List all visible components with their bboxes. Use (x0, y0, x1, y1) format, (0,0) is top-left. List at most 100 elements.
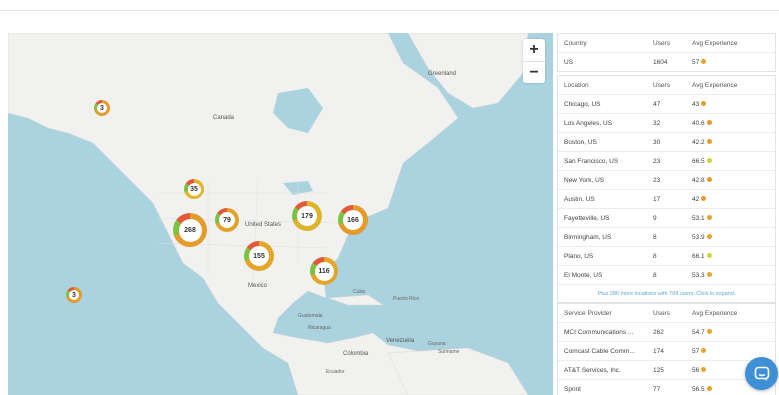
row-name: El Monte, US (564, 271, 603, 279)
cluster-count: 3 (69, 290, 79, 300)
table-row[interactable]: New York, US 23 42.8 (558, 170, 775, 189)
cluster-count: 35 (187, 182, 201, 196)
users-count: 17 (653, 195, 661, 203)
experience-dot (701, 347, 707, 353)
users-count: 9 (653, 214, 657, 222)
expand-locations-link[interactable]: Plus 280 more locations with 799 users. … (558, 284, 775, 302)
label-canada: Canada (213, 115, 235, 121)
row-name: Plano, US (564, 252, 594, 260)
map-view[interactable]: Greenland Canada United States Mexico Cu… (8, 33, 553, 395)
users-count: 8 (653, 233, 657, 241)
stats-panel: Country Users Avg Experience US 1604 57 … (557, 33, 776, 395)
experience-dot (701, 366, 707, 372)
avg-experience: 56.5 (686, 385, 730, 393)
provider-table: Service Provider Users Avg Experience MC… (557, 303, 776, 395)
label-venezuela: Venezuela (386, 338, 415, 344)
table-header: Service Provider Users Avg Experience (558, 304, 775, 322)
users-count: 8 (653, 271, 657, 279)
table-row[interactable]: Chicago, US 47 43 (558, 94, 775, 113)
experience-dot (706, 271, 712, 277)
users-count: 47 (653, 100, 661, 108)
label-greenland: Greenland (428, 71, 457, 77)
row-name: Los Angeles, US (564, 119, 613, 127)
avg-experience: 53.3 (686, 271, 730, 279)
map-cluster[interactable]: 155 (244, 241, 274, 271)
row-name: Boston, US (564, 138, 597, 146)
map-cluster[interactable]: 179 (292, 201, 322, 231)
row-name: Austin, US (564, 195, 595, 203)
map-cluster[interactable]: 268 (173, 213, 207, 247)
table-header: Country Users Avg Experience (558, 34, 775, 52)
cluster-count: 268 (178, 218, 202, 242)
map-cluster[interactable]: 3 (66, 287, 82, 303)
users-count: 23 (653, 157, 661, 165)
label-mexico: Mexico (248, 283, 268, 289)
table-row[interactable]: Birmingham, US 8 53.9 (558, 227, 775, 246)
avg-experience: 57 (686, 347, 730, 355)
users-count: 262 (653, 328, 664, 336)
header-users: Users (653, 39, 670, 47)
label-united-states: United States (245, 222, 282, 228)
experience-dot (706, 176, 712, 182)
map-cluster[interactable]: 35 (184, 179, 204, 199)
table-row[interactable]: Plano, US 8 66.1 (558, 246, 775, 265)
experience-dot (706, 157, 712, 163)
cluster-count: 3 (97, 103, 107, 113)
header-country: Country (564, 39, 587, 47)
zoom-in-button[interactable]: + (523, 39, 545, 61)
label-guyana: Guyana (428, 341, 446, 347)
experience-dot (706, 119, 712, 125)
experience-dot (706, 328, 712, 334)
experience-dot (701, 195, 707, 201)
table-row[interactable]: Los Angeles, US 32 40.6 (558, 113, 775, 132)
users-count: 32 (653, 119, 661, 127)
experience-dot (701, 100, 707, 106)
header-users: Users (653, 309, 670, 317)
experience-dot (706, 252, 712, 258)
table-row[interactable]: US 1604 57 (558, 52, 775, 71)
top-bar (0, 0, 779, 11)
chat-launcher-button[interactable] (745, 357, 778, 390)
table-row[interactable]: Boston, US 30 42.2 (558, 132, 775, 151)
label-cuba: Cuba (353, 289, 365, 295)
row-name: Comcast Cable Comm... (564, 347, 635, 355)
header-avg-experience: Avg Experience (692, 39, 738, 47)
avg-experience: 66.1 (686, 252, 730, 260)
table-row[interactable]: AT&T Services, Inc. 125 56 (558, 360, 775, 379)
avg-experience: 43 (686, 100, 730, 108)
label-suriname: Suriname (438, 349, 460, 355)
avg-experience: 57 (686, 58, 730, 66)
zoom-control: + − (523, 39, 545, 83)
map-cluster[interactable]: 3 (94, 100, 110, 116)
avg-experience: 54.7 (686, 328, 730, 336)
zoom-out-button[interactable]: − (523, 61, 545, 83)
row-name: Birmingham, US (564, 233, 612, 241)
table-row[interactable]: Comcast Cable Comm... 174 57 (558, 341, 775, 360)
basemap (8, 33, 529, 395)
map-cluster[interactable]: 116 (310, 257, 338, 285)
label-guatemala: Guatemala (298, 313, 323, 319)
experience-dot (706, 138, 712, 144)
map-cluster[interactable]: 79 (215, 208, 239, 232)
country-name: US (564, 58, 574, 66)
row-name: Chicago, US (564, 100, 601, 108)
header-service-provider: Service Provider (564, 309, 612, 317)
experience-dot (701, 58, 707, 64)
table-row[interactable]: Sprint 77 56.5 (558, 379, 775, 395)
table-row[interactable]: Austin, US 17 42 (558, 189, 775, 208)
table-row[interactable]: San Francisco, US 23 66.5 (558, 151, 775, 170)
country-table: Country Users Avg Experience US 1604 57 (557, 33, 776, 72)
cluster-count: 116 (314, 261, 334, 281)
cluster-count: 79 (219, 212, 235, 228)
table-row[interactable]: El Monte, US 8 53.3 (558, 265, 775, 284)
location-table: Location Users Avg Experience Chicago, U… (557, 75, 776, 303)
avg-experience: 56 (686, 366, 730, 374)
users-count: 30 (653, 138, 661, 146)
experience-dot (706, 214, 712, 220)
avg-experience: 66.5 (686, 157, 730, 165)
row-name: Sprint (564, 385, 581, 393)
table-row[interactable]: MCI Communications ... 262 54.7 (558, 322, 775, 341)
header-location: Location (564, 81, 589, 89)
map-cluster[interactable]: 166 (338, 205, 368, 235)
table-row[interactable]: Fayetteville, US 9 53.1 (558, 208, 775, 227)
